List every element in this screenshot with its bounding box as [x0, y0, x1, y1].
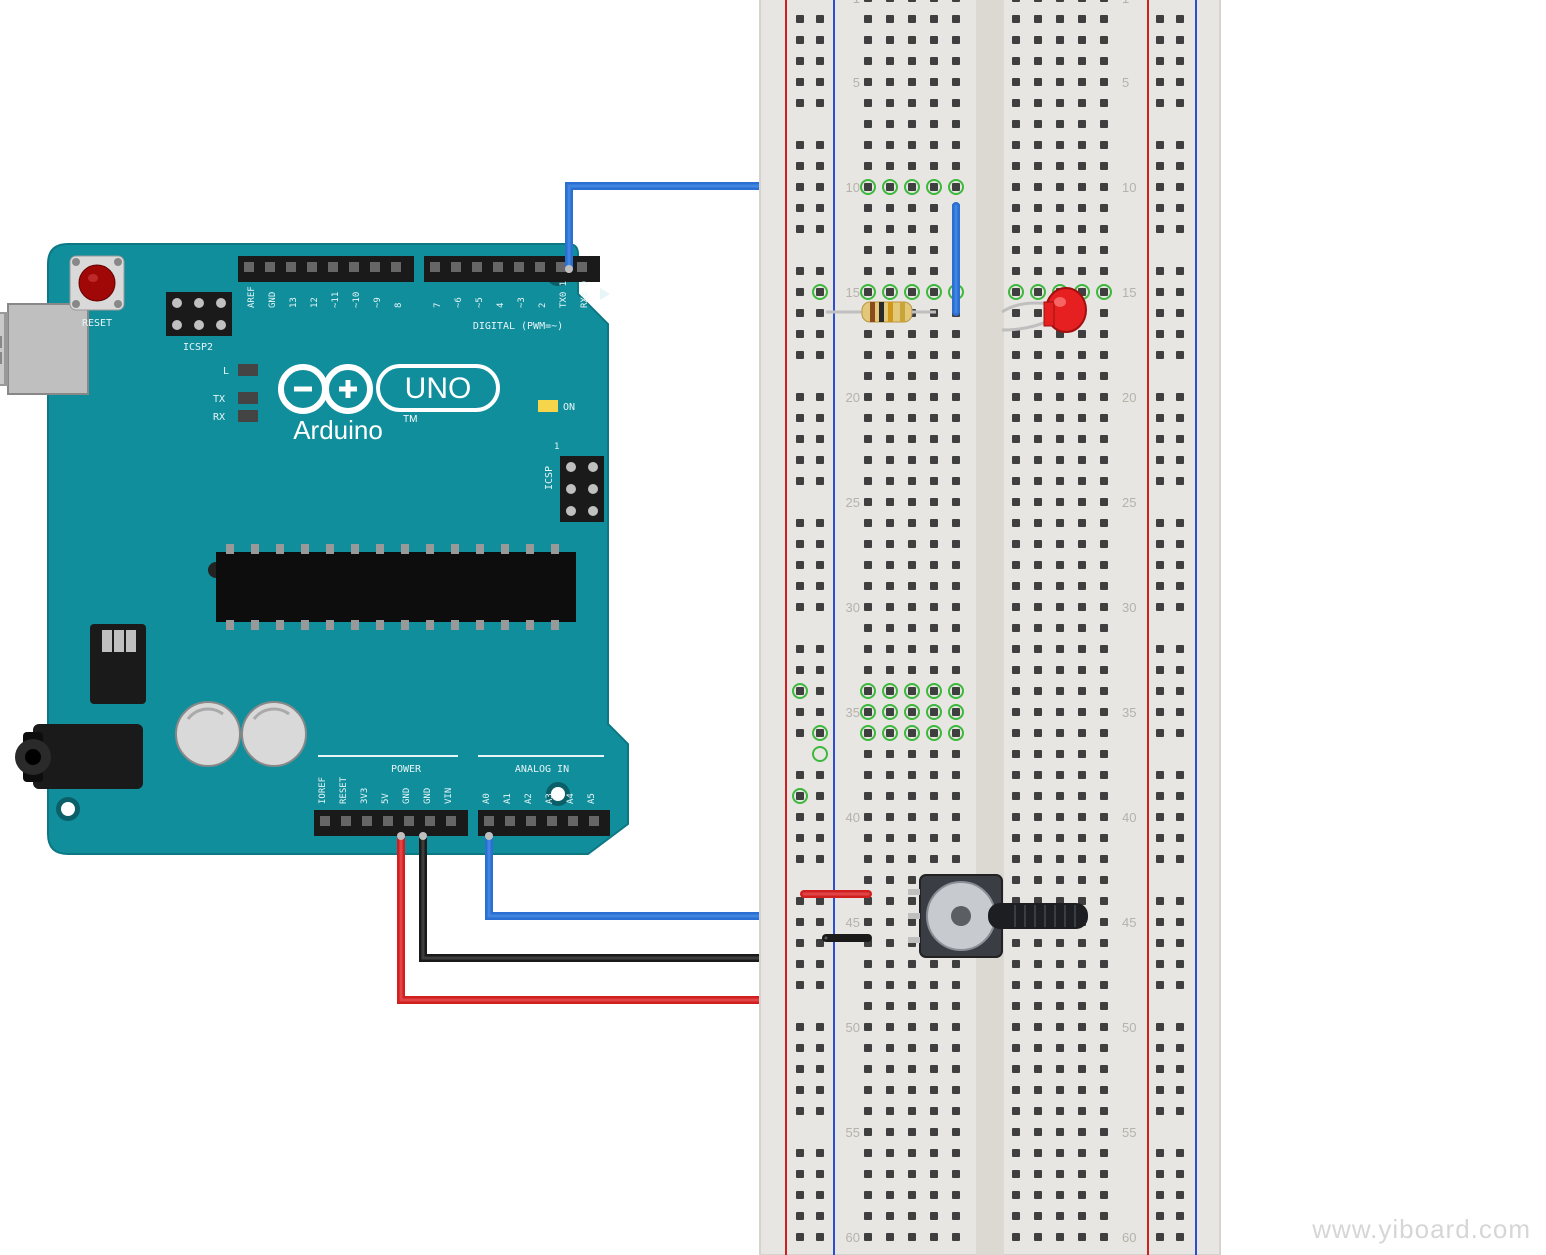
breadboard-row-label: 30	[1122, 600, 1136, 615]
power-pin-label: GND	[423, 788, 433, 804]
power-label: POWER	[391, 764, 422, 775]
microcontroller	[208, 544, 576, 630]
breadboard-row-label: 45	[846, 915, 860, 930]
reset-label: RESET	[82, 318, 112, 329]
circuit-diagram: RESET ICSP2 AREFGND1312~11~10~987~6~54~3…	[0, 0, 1546, 1255]
breadboard-row-label: 55	[846, 1125, 860, 1140]
power-pin-label: 5V	[381, 793, 391, 804]
led-tx	[238, 392, 258, 404]
digital-pin-label: ~11	[331, 292, 341, 308]
breadboard-row-label: 40	[846, 810, 860, 825]
analog-pin-label: A4	[566, 793, 576, 804]
led-l-label: L	[223, 366, 229, 377]
breadboard-row-label: 40	[1122, 810, 1136, 825]
capacitor-2	[242, 702, 306, 766]
watermark: www.yiboard.com	[1312, 1214, 1531, 1245]
power-pin-label: VIN	[444, 788, 454, 804]
analog-pin-label: A2	[524, 793, 534, 804]
breadboard-row-label: 1	[853, 0, 860, 6]
analog-label: ANALOG IN	[515, 764, 569, 775]
digital-header-right	[424, 256, 600, 282]
breadboard-row-label: 35	[846, 705, 860, 720]
analog-header	[478, 810, 610, 836]
svg-text:1: 1	[554, 442, 559, 452]
digital-pin-label: AREF	[247, 286, 257, 308]
breadboard-row-label: 1	[1122, 0, 1129, 6]
power-jack	[15, 724, 143, 789]
digital-pin-label: 8	[394, 303, 404, 308]
breadboard-row-label: 20	[846, 390, 860, 405]
digital-pin-label: 13	[289, 297, 299, 308]
digital-header-left	[238, 256, 414, 282]
voltage-regulator	[90, 624, 146, 704]
arduino-uno: RESET ICSP2 AREFGND1312~11~10~987~6~54~3…	[0, 244, 628, 854]
analog-pin-label: A0	[482, 793, 492, 804]
power-pin-label: RESET	[339, 776, 349, 804]
breadboard-row-label: 35	[1122, 705, 1136, 720]
led-rx	[238, 410, 258, 422]
icsp-label: ICSP	[544, 466, 555, 490]
led-l	[238, 364, 258, 376]
analog-pin-label: A1	[503, 793, 513, 804]
breadboard-row-label: 45	[1122, 915, 1136, 930]
capacitor-1	[176, 702, 240, 766]
digital-pin-label: ~9	[373, 297, 383, 308]
breadboard-row-label: 10	[846, 180, 860, 195]
analog-pin-label: A3	[545, 793, 555, 804]
breadboard-row-label: 50	[846, 1020, 860, 1035]
power-header	[314, 810, 468, 836]
breadboard-row-label: 25	[846, 495, 860, 510]
breadboard-row-label: 30	[846, 600, 860, 615]
digital-pin-label: TX0 1	[559, 281, 569, 308]
breadboard-row-label: 50	[1122, 1020, 1136, 1035]
power-pin-label: 3V3	[360, 788, 370, 804]
digital-pin-label: RX0 0	[580, 281, 590, 308]
digital-pin-label: ~5	[475, 297, 485, 308]
led-on-label: ON	[563, 402, 575, 413]
breadboard-row-label: 25	[1122, 495, 1136, 510]
icsp2-label: ICSP2	[183, 342, 213, 353]
breadboard-row-label: 60	[846, 1230, 860, 1245]
led-rx-label: RX	[213, 412, 225, 423]
breadboard-row-label: 15	[846, 285, 860, 300]
digital-pin-label: 12	[310, 297, 320, 308]
breadboard-row-label: 5	[1122, 75, 1129, 90]
digital-pin-label: ~10	[352, 292, 362, 308]
breadboard-row-label: 10	[1122, 180, 1136, 195]
analog-pin-label: A5	[587, 793, 597, 804]
breadboard-row-label: 15	[1122, 285, 1136, 300]
usb-connector	[0, 304, 88, 394]
breadboard-row-label: 20	[1122, 390, 1136, 405]
digital-pin-label: ~6	[454, 297, 464, 308]
arduino-text: Arduino	[293, 415, 383, 445]
digital-pin-label: 7	[433, 303, 443, 308]
tm-label: TM	[403, 414, 417, 425]
led-tx-label: TX	[213, 394, 225, 405]
power-pin-label: GND	[402, 788, 412, 804]
led-on	[538, 400, 558, 412]
digital-pin-label: 2	[538, 303, 548, 308]
power-pin-label: IOREF	[318, 777, 328, 804]
breadboard-row-label: 5	[853, 75, 860, 90]
digital-pin-label: GND	[268, 292, 278, 308]
digital-pin-label: ~3	[517, 297, 527, 308]
breadboard: ABCDEFGHIJ 151015202530354045505560 1510…	[760, 0, 1220, 1255]
svg-text:UNO: UNO	[405, 372, 472, 405]
reset-button[interactable]	[70, 256, 124, 310]
icsp2-header	[166, 292, 232, 336]
breadboard-row-label: 55	[1122, 1125, 1136, 1140]
digital-pin-label: 4	[496, 303, 506, 308]
digital-label: DIGITAL (PWM=~)	[473, 321, 563, 332]
breadboard-row-label: 60	[1122, 1230, 1136, 1245]
